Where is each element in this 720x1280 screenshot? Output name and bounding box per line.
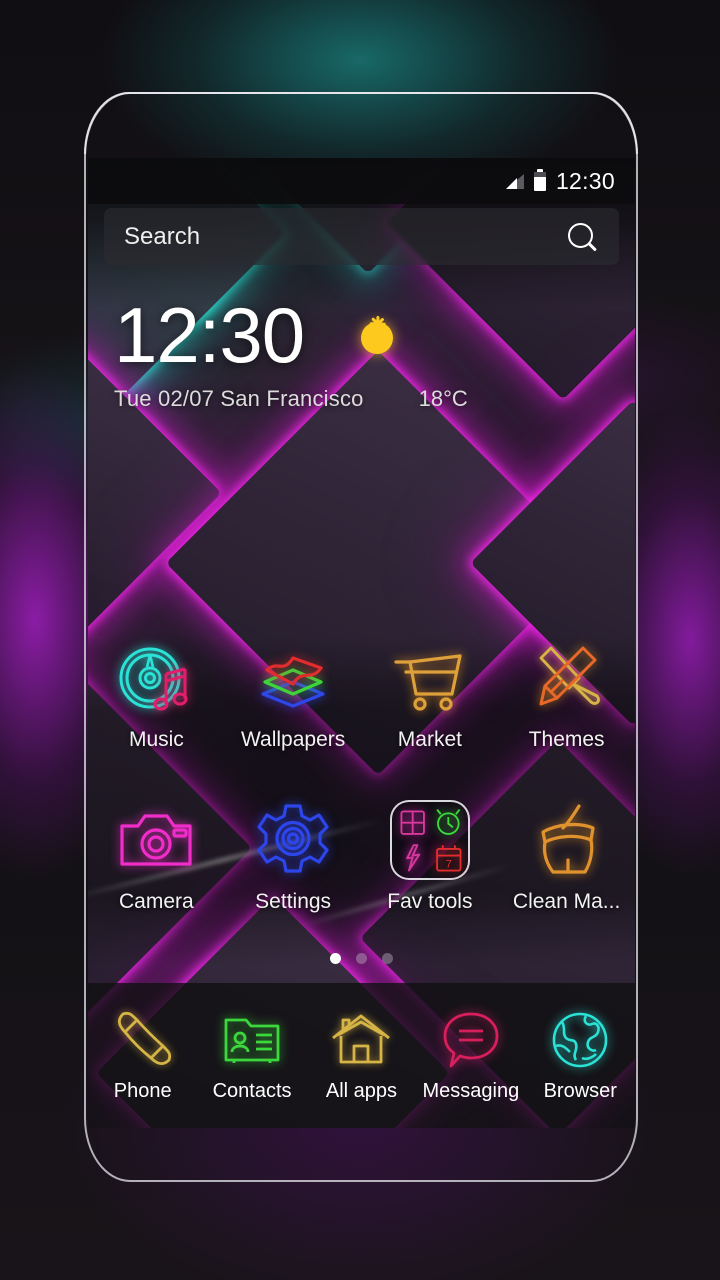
speech-bubble-icon[interactable] bbox=[439, 1008, 503, 1072]
app-label: Fav tools bbox=[387, 890, 473, 913]
pencil-brush-icon[interactable] bbox=[527, 638, 607, 718]
search-icon[interactable] bbox=[567, 222, 597, 252]
broom-icon[interactable] bbox=[527, 800, 607, 880]
shopping-cart-icon[interactable] bbox=[390, 638, 470, 718]
clock-date-location: Tue 02/07 San Francisco bbox=[114, 386, 364, 412]
app-label: Themes bbox=[528, 728, 605, 751]
wallpapers-sheets-icon[interactable] bbox=[253, 638, 333, 718]
dock-item-all-apps[interactable]: All apps bbox=[307, 1008, 416, 1103]
app-label: Music bbox=[128, 728, 184, 751]
app-camera[interactable]: Camera bbox=[88, 800, 225, 914]
status-bar-time: 12:30 bbox=[555, 167, 615, 194]
folder-icon[interactable]: 7 bbox=[389, 800, 470, 880]
calendar-day: 7 bbox=[446, 859, 452, 871]
phone-handset-icon[interactable] bbox=[111, 1008, 175, 1072]
dock: Phone Contacts All apps Messaging Browse… bbox=[88, 983, 635, 1128]
app-music[interactable]: Music bbox=[88, 638, 225, 752]
search-bar[interactable]: Search bbox=[104, 208, 619, 265]
alarm-clock-icon bbox=[436, 808, 461, 835]
dock-label: Phone bbox=[113, 1080, 172, 1102]
search-input[interactable]: Search bbox=[124, 223, 567, 251]
music-cd-icon[interactable] bbox=[116, 638, 196, 718]
dock-item-messaging[interactable]: Messaging bbox=[416, 1008, 525, 1103]
flashlight-bolt-icon bbox=[406, 844, 421, 872]
app-grid: Music Wallpapers Market Themes Camera Se… bbox=[88, 638, 635, 914]
app-settings[interactable]: Settings bbox=[225, 800, 362, 914]
dock-item-phone[interactable]: Phone bbox=[88, 1008, 197, 1103]
dock-item-contacts[interactable]: Contacts bbox=[197, 1008, 306, 1103]
app-wallpapers[interactable]: Wallpapers bbox=[225, 638, 362, 752]
app-themes[interactable]: Themes bbox=[498, 638, 635, 752]
app-label: Camera bbox=[119, 890, 194, 913]
clock-time: 12:30 bbox=[114, 291, 305, 379]
clock-weather-widget[interactable]: 12:30 Tue 02/07 San Francisco 18°C bbox=[114, 291, 614, 412]
app-market[interactable]: Market bbox=[362, 638, 499, 752]
page-dot-2[interactable] bbox=[356, 953, 367, 964]
app-label: Clean Ma... bbox=[512, 890, 621, 913]
weather-temperature: 18°C bbox=[418, 386, 468, 412]
app-label: Wallpapers bbox=[240, 728, 346, 751]
page-dot-1[interactable] bbox=[330, 953, 341, 964]
sun-icon bbox=[350, 311, 404, 365]
dock-label: Contacts bbox=[212, 1080, 292, 1102]
battery-icon bbox=[533, 168, 546, 191]
phone-screen: 12:30 Search 12:30 Tue 02/07 San Francis… bbox=[88, 158, 635, 1128]
app-label: Market bbox=[397, 728, 462, 751]
app-fav-tools[interactable]: 7 Fav tools bbox=[362, 800, 499, 914]
camera-icon[interactable] bbox=[116, 800, 196, 880]
calculator-icon bbox=[400, 810, 425, 835]
gear-icon[interactable] bbox=[253, 800, 333, 880]
app-clean-master[interactable]: Clean Ma... bbox=[498, 800, 635, 914]
dock-item-browser[interactable]: Browser bbox=[526, 1008, 635, 1103]
home-house-icon[interactable] bbox=[329, 1008, 393, 1072]
status-bar: 12:30 bbox=[88, 158, 635, 204]
globe-icon[interactable] bbox=[548, 1008, 612, 1072]
app-label: Settings bbox=[255, 890, 332, 913]
dock-label: Messaging bbox=[422, 1080, 520, 1102]
signal-bars-icon bbox=[505, 173, 524, 189]
app-row: Camera Settings 7 Fav tools Clean Ma... bbox=[88, 800, 635, 914]
dock-label: Browser bbox=[543, 1080, 617, 1102]
page-dot-3[interactable] bbox=[382, 953, 393, 964]
dock-label: All apps bbox=[325, 1080, 398, 1102]
page-indicator[interactable] bbox=[88, 953, 635, 964]
app-row: Music Wallpapers Market Themes bbox=[88, 638, 635, 752]
contacts-card-icon[interactable] bbox=[220, 1008, 284, 1072]
